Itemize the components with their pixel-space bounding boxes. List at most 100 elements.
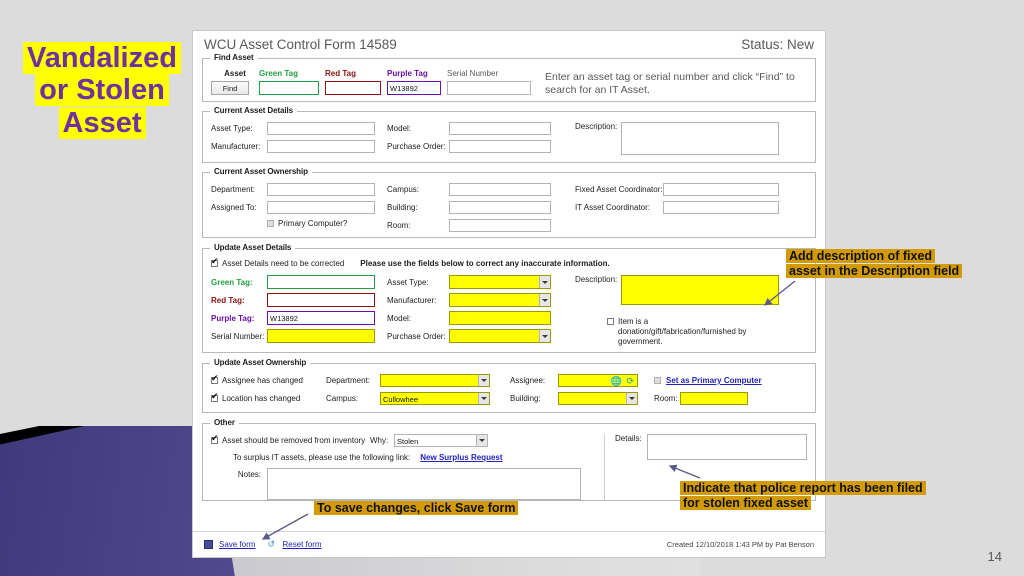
current-department-input[interactable]: [267, 183, 375, 196]
update-manufacturer-select[interactable]: [449, 293, 551, 307]
current-model-value: [450, 123, 550, 125]
chevron-down-icon[interactable]: [539, 330, 550, 342]
update-room-input[interactable]: [680, 392, 748, 405]
assignee-changed-label: Assignee has changed: [222, 376, 303, 385]
chevron-down-icon[interactable]: [539, 294, 550, 306]
current-assigned-to-label: Assigned To:: [211, 203, 257, 212]
slide-title-line-3: Asset: [58, 106, 146, 139]
donation-checkbox[interactable]: [607, 318, 614, 325]
form-header: WCU Asset Control Form 14589 Status: New: [193, 31, 825, 54]
save-annotation-line-1: To save changes, click Save form: [314, 501, 519, 515]
created-by-text: Created 12/10/2018 1:43 PM by Pat Benson: [666, 540, 814, 549]
reset-form-link[interactable]: Reset form: [282, 540, 321, 549]
red-tag-label: Red Tag: [325, 69, 356, 78]
asset-details-corrected-checkbox[interactable]: [211, 257, 219, 267]
current-room-input[interactable]: [449, 219, 551, 232]
current-campus-input[interactable]: [449, 183, 551, 196]
current-model-input[interactable]: [449, 122, 551, 135]
update-assignee-input[interactable]: 🌐 ⟳: [558, 374, 638, 387]
primary-computer-checkbox[interactable]: [267, 220, 274, 227]
update-asset-ownership-group: Update Asset Ownership Assignee has chan…: [202, 358, 816, 413]
update-department-label: Department:: [326, 376, 371, 385]
update-room-label: Room:: [654, 394, 678, 403]
chevron-down-icon[interactable]: [626, 393, 637, 404]
current-description-input[interactable]: [621, 122, 779, 155]
current-assigned-to-value: [268, 202, 374, 204]
notes-value: [268, 469, 580, 471]
update-department-select[interactable]: [380, 374, 490, 387]
save-form-link[interactable]: Save form: [219, 540, 255, 549]
update-description-input[interactable]: [621, 275, 779, 305]
update-department-value: [381, 375, 489, 377]
update-purchase-order-value: [450, 330, 550, 332]
current-department-value: [268, 184, 374, 186]
why-select[interactable]: Stolen: [394, 434, 488, 447]
details-input[interactable]: [647, 434, 807, 460]
it-asset-coordinator-input[interactable]: [663, 201, 779, 214]
current-asset-ownership-legend: Current Asset Ownership: [210, 167, 312, 176]
purple-tag-value: W13892: [390, 84, 418, 93]
current-asset-type-label: Asset Type:: [211, 124, 253, 133]
chevron-down-icon[interactable]: [478, 375, 489, 386]
red-tag-value: [326, 82, 380, 84]
description-annotation-line-2: asset in the Description field: [786, 263, 963, 278]
fixed-asset-coordinator-input[interactable]: [663, 183, 779, 196]
remove-from-inventory-checkbox[interactable]: [211, 434, 219, 444]
serial-number-input[interactable]: [447, 81, 531, 95]
update-serial-input[interactable]: [267, 329, 375, 343]
set-primary-computer-link[interactable]: Set as Primary Computer: [666, 376, 762, 385]
chevron-down-icon[interactable]: [539, 276, 550, 288]
police-annotation-line-1: Indicate that police report has been fil…: [680, 481, 926, 495]
current-manufacturer-value: [268, 141, 374, 143]
slide-title-line-1: Vandalized: [23, 42, 181, 74]
find-asset-legend: Find Asset: [210, 53, 258, 62]
current-asset-ownership-group: Current Asset Ownership Department: Assi…: [202, 167, 816, 238]
current-room-value: [450, 220, 550, 222]
current-building-label: Building:: [387, 203, 418, 212]
details-label: Details:: [615, 434, 642, 443]
green-tag-input[interactable]: [259, 81, 319, 95]
surplus-instruction-text: To surplus IT assets, please use the fol…: [233, 453, 411, 462]
current-purchase-order-input[interactable]: [449, 140, 551, 153]
update-green-tag-value: [268, 276, 374, 278]
save-disk-icon[interactable]: [204, 540, 213, 549]
current-asset-details-group: Current Asset Details Asset Type: Manufa…: [202, 106, 816, 163]
update-serial-value: [268, 330, 374, 332]
current-building-input[interactable]: [449, 201, 551, 214]
update-red-tag-input[interactable]: [267, 293, 375, 307]
update-green-tag-label: Green Tag:: [211, 277, 253, 287]
location-changed-checkbox[interactable]: [211, 392, 219, 402]
update-model-input[interactable]: [449, 311, 551, 325]
chevron-down-icon[interactable]: [478, 393, 489, 404]
update-campus-select[interactable]: Cullowhee: [380, 392, 490, 405]
update-purple-tag-input[interactable]: W13892: [267, 311, 375, 325]
purple-tag-input[interactable]: W13892: [387, 81, 441, 95]
police-annotation-line-2: for stolen fixed asset: [680, 495, 812, 510]
current-assigned-to-input[interactable]: [267, 201, 375, 214]
current-description-label: Description:: [575, 122, 618, 131]
notes-input[interactable]: [267, 468, 581, 500]
update-description-label: Description:: [575, 275, 618, 284]
form-footer: Save form ↺ Reset form Created 12/10/201…: [193, 531, 825, 557]
page-title: WCU Asset Control Form 14589: [204, 37, 397, 52]
current-asset-type-input[interactable]: [267, 122, 375, 135]
update-building-select[interactable]: [558, 392, 638, 405]
assignee-changed-checkbox[interactable]: [211, 374, 219, 384]
purple-tag-label: Purple Tag: [387, 69, 428, 78]
current-manufacturer-input[interactable]: [267, 140, 375, 153]
asset-control-form-window: WCU Asset Control Form 14589 Status: New…: [192, 30, 826, 558]
update-green-tag-input[interactable]: [267, 275, 375, 289]
set-primary-computer-checkbox[interactable]: [654, 377, 661, 384]
check-names-icon[interactable]: ⟳: [626, 376, 634, 386]
chevron-down-icon[interactable]: [476, 435, 487, 446]
update-asset-type-select[interactable]: [449, 275, 551, 289]
reset-refresh-icon[interactable]: ↺: [267, 540, 276, 549]
why-label: Why:: [370, 436, 389, 445]
find-button[interactable]: Find: [211, 81, 249, 95]
red-tag-input[interactable]: [325, 81, 381, 95]
update-manufacturer-label: Manufacturer:: [387, 295, 437, 305]
address-book-icon[interactable]: 🌐: [611, 376, 622, 386]
update-purchase-order-select[interactable]: [449, 329, 551, 343]
description-annotation: Add description of fixed asset in the De…: [786, 249, 1001, 279]
new-surplus-request-link[interactable]: New Surplus Request: [420, 453, 502, 462]
